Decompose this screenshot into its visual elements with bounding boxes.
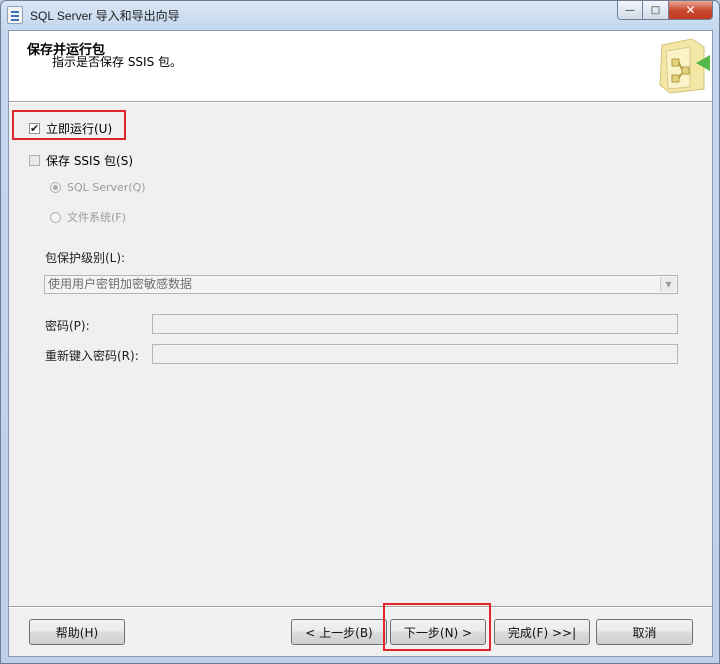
- window-title: SQL Server 导入和导出向导: [30, 9, 180, 23]
- footer-separator-highlight: [9, 607, 712, 608]
- password-label: 密码(P):: [45, 319, 90, 333]
- maximize-button[interactable]: □: [643, 1, 669, 20]
- app-icon: [7, 6, 23, 24]
- package-icon: [659, 38, 710, 94]
- chevron-down-icon[interactable]: ▼: [660, 277, 676, 292]
- file-system-option[interactable]: 文件系统(F): [50, 209, 126, 225]
- cancel-button[interactable]: 取消: [596, 619, 693, 645]
- close-button[interactable]: ✕: [669, 1, 713, 20]
- retype-password-label: 重新键入密码(R):: [45, 349, 139, 363]
- page-header: 保存并运行包 指示是否保存 SSIS 包。: [9, 31, 712, 102]
- title-bar[interactable]: SQL Server 导入和导出向导 — □ ✕: [1, 1, 719, 29]
- file-system-label: 文件系统(F): [67, 211, 126, 224]
- help-button[interactable]: 帮助(H): [29, 619, 125, 645]
- wizard-window: SQL Server 导入和导出向导 — □ ✕ 保存并运行包 指示是否保存 S…: [0, 0, 720, 664]
- sql-server-label: SQL Server(Q): [67, 181, 146, 194]
- file-system-radio[interactable]: [50, 211, 61, 223]
- run-now-label: 立即运行(U): [46, 122, 113, 136]
- finish-button[interactable]: 完成(F) >>|: [494, 619, 590, 645]
- save-package-checkbox[interactable]: [29, 155, 40, 166]
- protection-level-label: 包保护级别(L):: [45, 251, 126, 265]
- window-controls: — □ ✕: [617, 1, 713, 21]
- protection-level-value: 使用用户密钥加密敏感数据: [48, 277, 193, 291]
- protection-level-select[interactable]: 使用用户密钥加密敏感数据 ▼: [44, 275, 678, 294]
- retype-password-field[interactable]: [152, 344, 678, 364]
- next-button[interactable]: 下一步(N) >: [390, 619, 486, 645]
- header-separator: [9, 102, 712, 103]
- back-button[interactable]: < 上一步(B): [291, 619, 387, 645]
- save-package-label: 保存 SSIS 包(S): [46, 154, 134, 168]
- save-package-option[interactable]: 保存 SSIS 包(S): [29, 152, 133, 169]
- minimize-button[interactable]: —: [617, 1, 643, 20]
- run-now-option[interactable]: ✔ 立即运行(U): [29, 120, 112, 137]
- page-subtitle: 指示是否保存 SSIS 包。: [52, 55, 183, 69]
- sql-server-option[interactable]: SQL Server(Q): [50, 181, 146, 194]
- wizard-page: 保存并运行包 指示是否保存 SSIS 包。 ✔ 立即运行(U) 保存 SSIS …: [8, 30, 713, 657]
- sql-server-radio[interactable]: [50, 182, 61, 193]
- run-now-checkbox[interactable]: ✔: [29, 123, 40, 134]
- password-field[interactable]: [152, 314, 678, 334]
